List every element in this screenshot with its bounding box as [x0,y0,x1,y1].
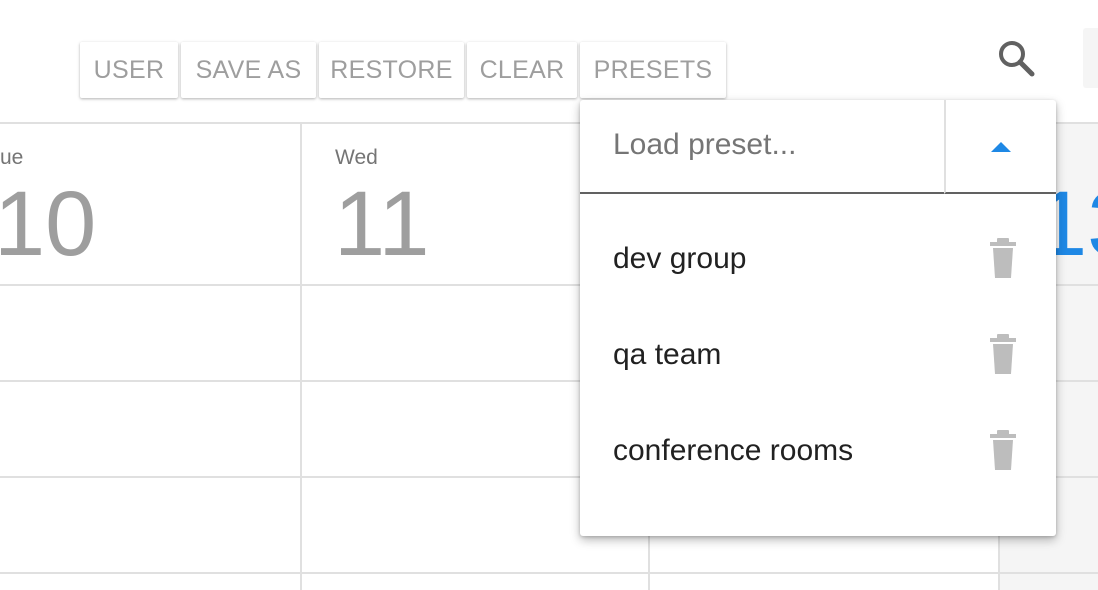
user-button[interactable]: USER [80,42,178,98]
grid-line [0,572,1098,574]
clear-button[interactable]: CLEAR [467,42,577,98]
day-name-wed: Wed [335,146,378,169]
toolbar: USER SAVE AS RESTORE CLEAR PRESETS [0,0,1098,100]
preset-item-dev-group[interactable]: dev group [580,212,1056,308]
trash-icon[interactable] [986,428,1026,474]
preset-item-label: dev group [613,242,747,275]
presets-button-label: PRESETS [593,55,713,84]
trash-icon[interactable] [986,236,1026,282]
search-icon[interactable] [996,38,1036,78]
user-button-label: USER [93,55,165,84]
save-as-button-label: SAVE AS [195,55,302,84]
dropdown-toggle[interactable] [944,100,1056,194]
restore-button-label: RESTORE [330,55,453,84]
restore-button[interactable]: RESTORE [319,42,464,98]
day-number-wed: 11 [334,173,430,275]
presets-dropdown: Load preset... dev group qa team confere… [580,100,1056,536]
preset-item-label: conference rooms [613,434,854,467]
load-preset-input[interactable]: Load preset... [580,100,944,194]
preset-item-conference-rooms[interactable]: conference rooms [580,404,1056,500]
preset-item-label: qa team [613,338,722,371]
day-name-tue: ue [0,146,24,169]
trash-icon[interactable] [986,332,1026,378]
toolbar-right-stub [1083,28,1098,88]
clear-button-label: CLEAR [479,55,565,84]
preset-item-qa-team[interactable]: qa team [580,308,1056,404]
load-preset-placeholder: Load preset... [613,128,797,161]
day-number-tue: 10 [0,173,97,275]
grid-line [300,122,302,590]
chevron-up-icon [989,140,1013,159]
save-as-button[interactable]: SAVE AS [181,42,316,98]
presets-button[interactable]: PRESETS [580,42,726,98]
